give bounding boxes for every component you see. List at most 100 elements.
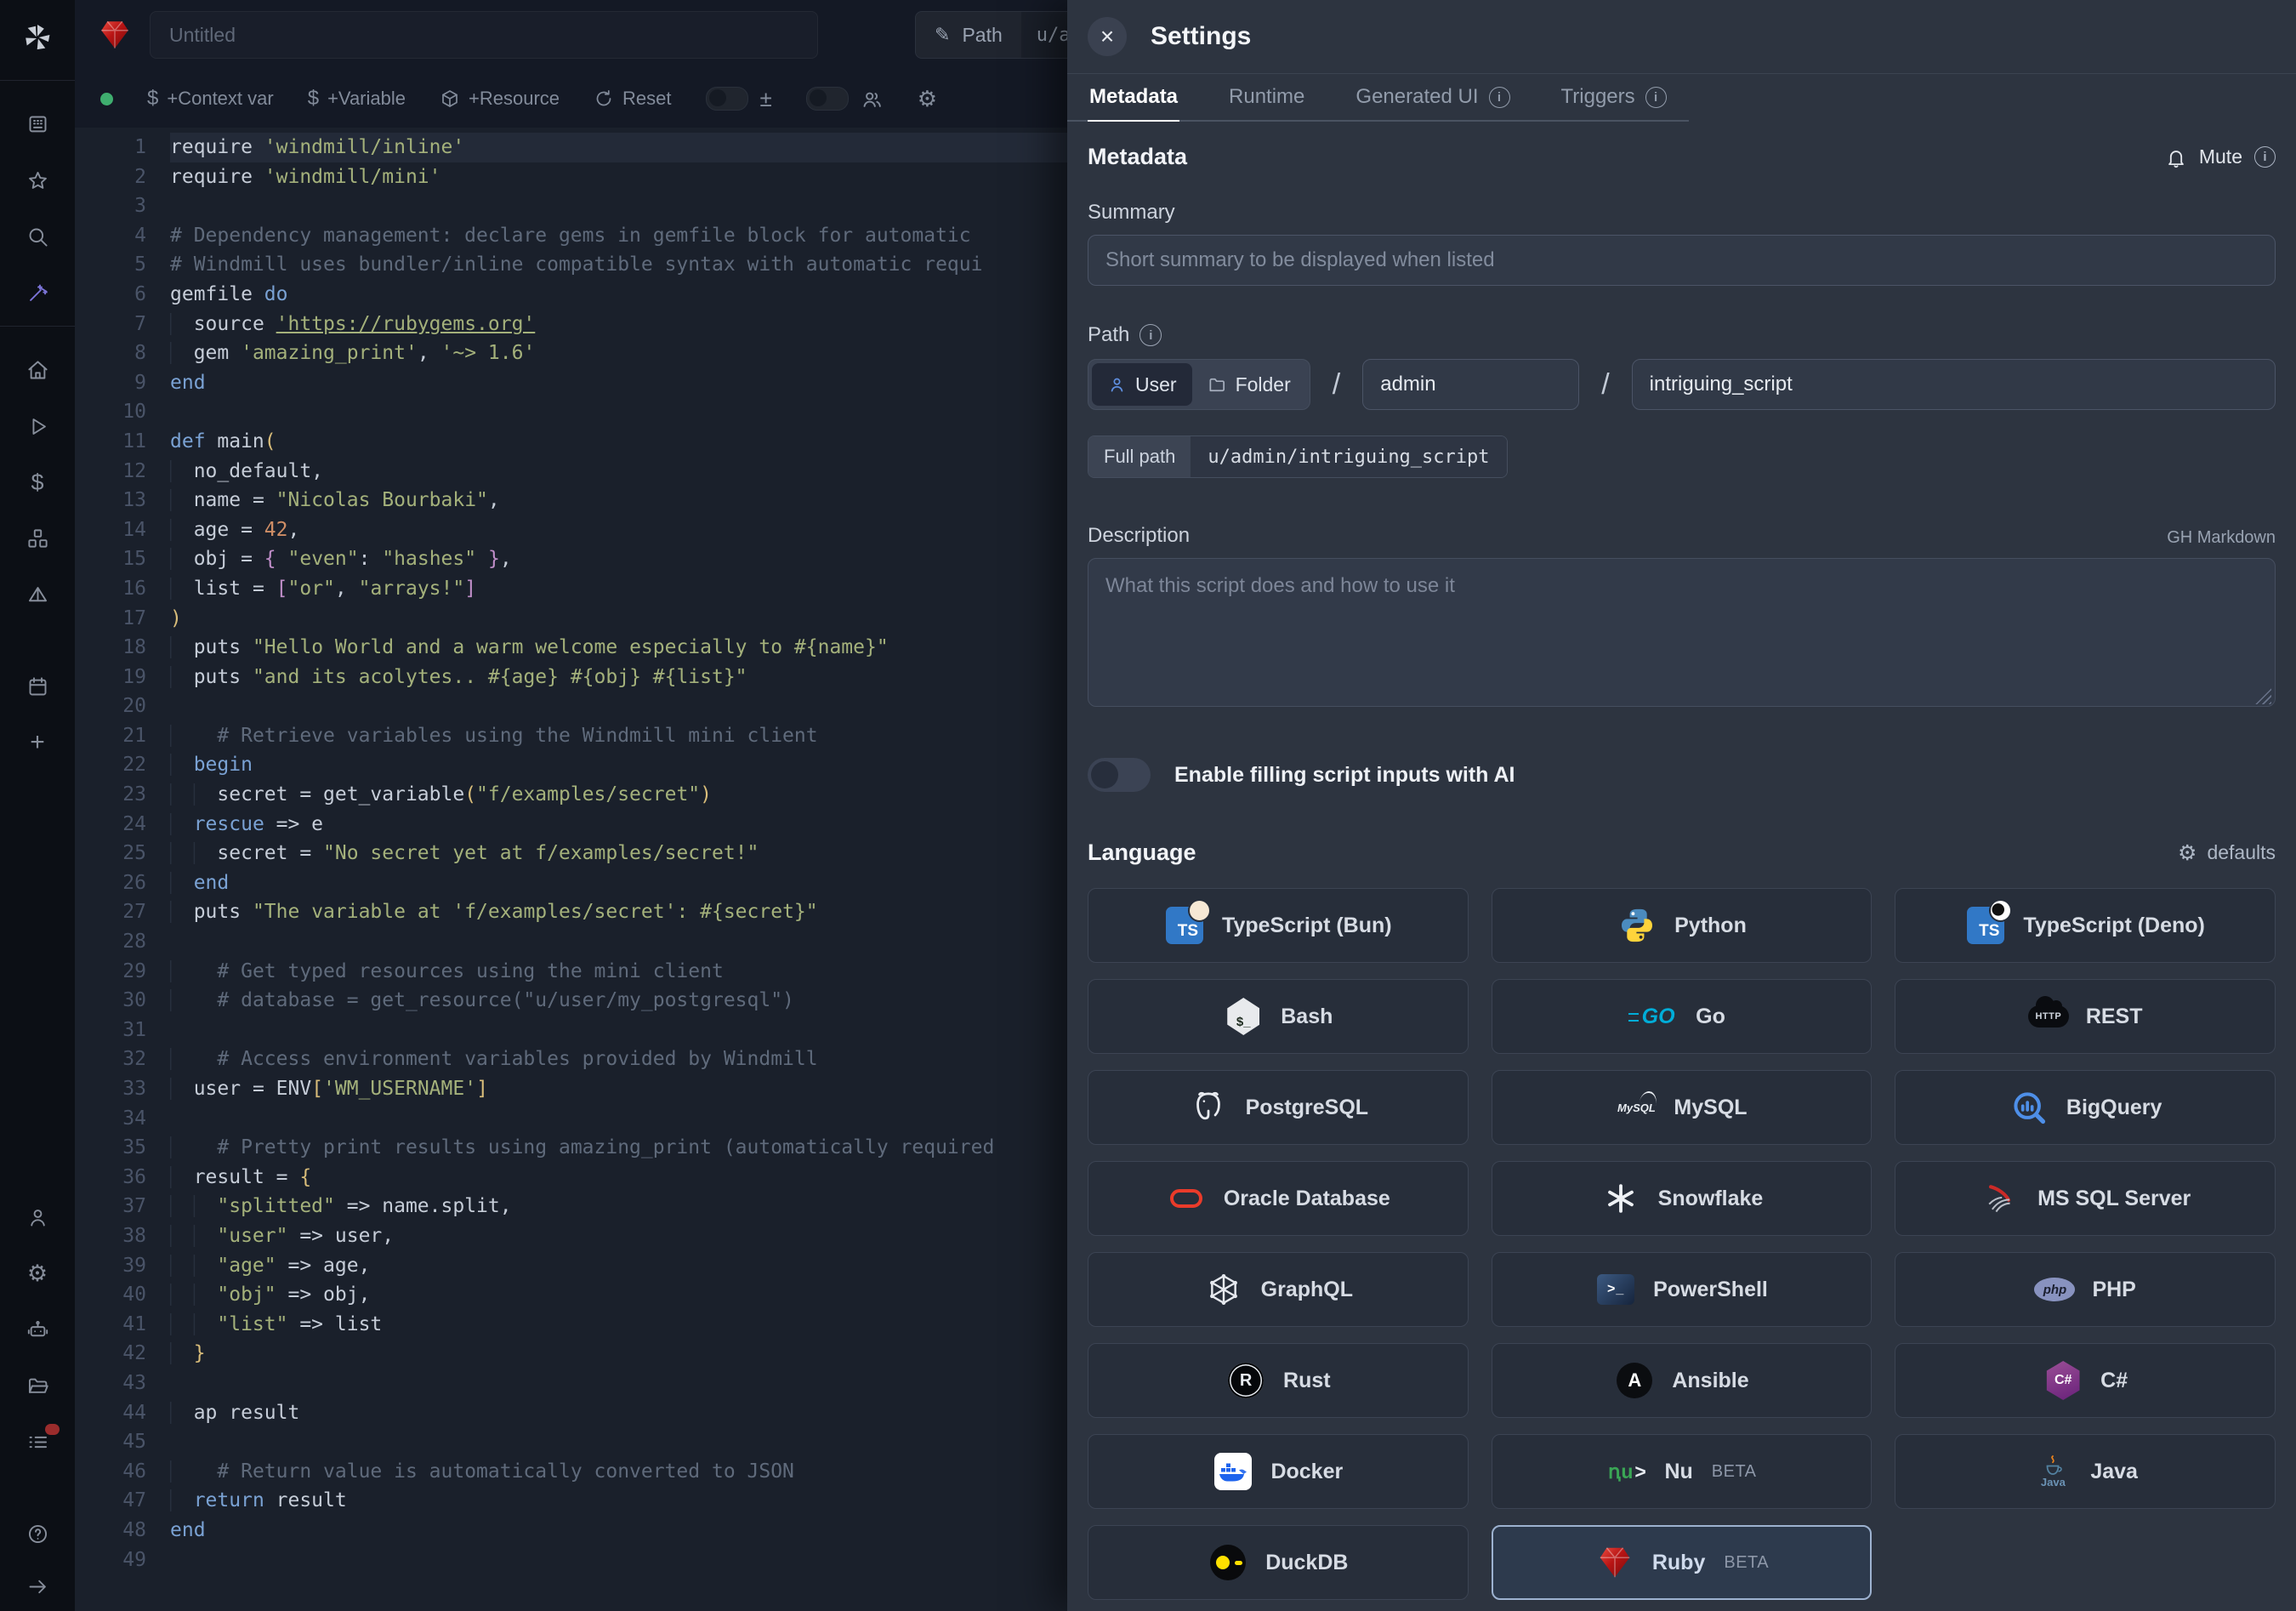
mysql-icon: MySQL: [1616, 1087, 1657, 1128]
pencil-icon: ✎: [935, 24, 950, 46]
settings-header: × Settings: [1067, 0, 2296, 74]
sidebar-item-home[interactable]: [0, 342, 75, 398]
tile-label: Ansible: [1672, 1369, 1748, 1393]
owner-user-label: User: [1135, 373, 1177, 396]
tile-label: C#: [2100, 1369, 2128, 1393]
rest-http-icon: HTTP: [2028, 996, 2069, 1037]
path-name-input[interactable]: [1632, 359, 2276, 410]
owner-kind-folder-button[interactable]: Folder: [1192, 363, 1306, 406]
language-tile-bash[interactable]: $_ Bash: [1088, 979, 1469, 1054]
go-icon: GO: [1638, 996, 1679, 1037]
tile-label: Oracle Database: [1224, 1187, 1390, 1211]
search-icon[interactable]: [0, 208, 75, 265]
close-icon[interactable]: ×: [1088, 17, 1127, 56]
language-tile-typescript-deno[interactable]: TS TypeScript (Deno): [1895, 888, 2276, 963]
full-path-display: Full path u/admin/intriguing_script: [1088, 435, 1508, 478]
add-resource-label: +Resource: [469, 88, 560, 110]
language-tile-java[interactable]: Java Java: [1895, 1434, 2276, 1509]
language-tile-snowflake[interactable]: Snowflake: [1492, 1161, 1873, 1236]
expand-rail-icon[interactable]: [0, 1562, 75, 1611]
dollar-icon: $: [308, 87, 319, 111]
sidebar-item-folders[interactable]: [0, 1358, 75, 1414]
editor-settings-gear-icon[interactable]: ⚙: [918, 86, 937, 112]
sidebar-item-workers[interactable]: [0, 1301, 75, 1358]
windmill-app: $ + ⚙: [0, 0, 2296, 1611]
powershell-icon: >_: [1595, 1269, 1636, 1310]
full-path-label: Full path: [1088, 436, 1191, 477]
language-tile-nu[interactable]: ꞑu> Nu BETA: [1492, 1434, 1873, 1509]
language-defaults-button[interactable]: ⚙ defaults: [2178, 840, 2276, 866]
bell-icon: [2165, 146, 2187, 168]
add-item-icon[interactable]: +: [0, 714, 75, 771]
sidebar-item-runs[interactable]: [0, 398, 75, 454]
tab-metadata[interactable]: Metadata: [1088, 74, 1179, 122]
info-icon: i: [2254, 146, 2276, 168]
tile-label: TypeScript (Deno): [2023, 914, 2204, 938]
sidebar-item-settings[interactable]: ⚙: [0, 1245, 75, 1301]
tile-label: Go: [1696, 1005, 1725, 1029]
language-tile-python[interactable]: Python: [1492, 888, 1873, 963]
add-resource-button[interactable]: +Resource: [440, 88, 560, 110]
rust-icon: R: [1225, 1360, 1266, 1401]
language-tile-postgresql[interactable]: PostgreSQL: [1088, 1070, 1469, 1145]
sidebar-item-variables[interactable]: $: [0, 454, 75, 510]
sidebar-item-account[interactable]: [0, 1189, 75, 1245]
tab-label: Metadata: [1089, 85, 1178, 109]
language-tile-rest[interactable]: HTTP REST: [1895, 979, 2276, 1054]
grid-empty-cell: [1895, 1525, 2276, 1600]
language-tile-ruby[interactable]: Ruby BETA: [1492, 1525, 1873, 1600]
tile-label: Java: [2090, 1460, 2138, 1484]
language-tile-typescript-bun[interactable]: TS TypeScript (Bun): [1088, 888, 1469, 963]
language-tile-docker[interactable]: Docker: [1088, 1434, 1469, 1509]
reset-button[interactable]: Reset: [594, 88, 671, 110]
ansible-icon: A: [1614, 1360, 1655, 1401]
tab-generated-ui[interactable]: Generated UI i: [1354, 74, 1511, 120]
language-tile-duckdb[interactable]: DuckDB: [1088, 1525, 1469, 1600]
diff-mode-toggle[interactable]: [706, 87, 748, 111]
help-icon[interactable]: [0, 1506, 75, 1562]
tab-triggers[interactable]: Triggers i: [1560, 74, 1668, 120]
php-icon: php: [2034, 1269, 2075, 1310]
typescript-deno-icon: TS: [1965, 905, 2006, 946]
owner-kind-user-button[interactable]: User: [1092, 363, 1192, 406]
language-tile-mysql[interactable]: MySQL MySQL: [1492, 1070, 1873, 1145]
language-tile-graphql[interactable]: GraphQL: [1088, 1252, 1469, 1327]
refresh-icon: [594, 88, 614, 109]
sidebar-item-apps[interactable]: [0, 96, 75, 152]
settings-panel: × Settings Metadata Runtime Generated UI…: [1067, 0, 2296, 1611]
summary-label: Summary: [1088, 201, 2276, 225]
language-tile-oracle[interactable]: Oracle Database: [1088, 1161, 1469, 1236]
language-tile-csharp[interactable]: C# C#: [1895, 1343, 2276, 1418]
sidebar-item-ai-wand[interactable]: [0, 265, 75, 321]
summary-input[interactable]: [1088, 235, 2276, 286]
info-icon: i: [1489, 87, 1510, 108]
tab-label: Triggers: [1561, 85, 1635, 109]
path-owner-input[interactable]: [1362, 359, 1579, 410]
language-tile-go[interactable]: GO Go: [1492, 979, 1873, 1054]
language-tile-ansible[interactable]: A Ansible: [1492, 1343, 1873, 1418]
tab-runtime[interactable]: Runtime: [1227, 74, 1306, 120]
add-variable-label: +Variable: [327, 88, 406, 110]
ai-fill-toggle[interactable]: [1088, 758, 1151, 792]
csharp-icon: C#: [2043, 1360, 2083, 1401]
path-separator: /: [1333, 368, 1340, 401]
script-title-input[interactable]: [150, 11, 818, 59]
python-icon: [1617, 905, 1657, 946]
settings-title: Settings: [1151, 22, 1251, 51]
language-tile-mssql[interactable]: MS SQL Server: [1895, 1161, 2276, 1236]
language-tile-bigquery[interactable]: BigQuery: [1895, 1070, 2276, 1145]
multiplayer-toggle[interactable]: [806, 87, 849, 111]
calendar-icon[interactable]: [0, 658, 75, 714]
language-tile-powershell[interactable]: >_ PowerShell: [1492, 1252, 1873, 1327]
sidebar-item-logs[interactable]: [0, 1414, 75, 1470]
description-textarea[interactable]: [1088, 558, 2276, 707]
add-variable-button[interactable]: $ +Variable: [308, 87, 406, 111]
mute-button[interactable]: Mute i: [2165, 145, 2276, 168]
add-context-var-button[interactable]: $ +Context var: [147, 87, 274, 111]
sidebar-item-favorites[interactable]: [0, 152, 75, 208]
sidebar-item-schedules[interactable]: [0, 566, 75, 623]
sidebar-item-resources[interactable]: [0, 510, 75, 566]
rail-divider-2: [0, 326, 75, 327]
language-tile-rust[interactable]: R Rust: [1088, 1343, 1469, 1418]
language-tile-php[interactable]: php PHP: [1895, 1252, 2276, 1327]
